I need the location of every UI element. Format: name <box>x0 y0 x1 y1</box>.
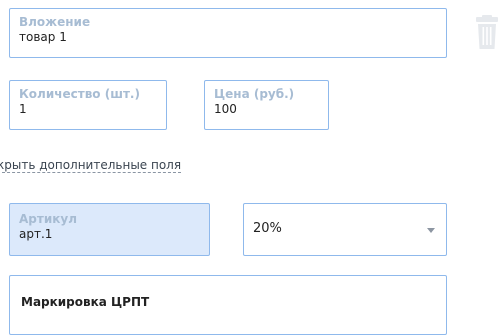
chevron-down-icon <box>427 228 435 233</box>
sku-label: Артикул <box>19 212 77 226</box>
price-label: Цена (руб.) <box>214 87 295 101</box>
vat-selected-value: 20% <box>253 221 282 236</box>
marking-section: Маркировка ЦРПТ <box>9 275 447 335</box>
attachment-field[interactable]: Вложение товар 1 <box>9 8 447 58</box>
price-value: 100 <box>214 102 237 116</box>
attachment-value: товар 1 <box>19 30 67 44</box>
sku-field[interactable]: Артикул арт.1 <box>9 203 210 256</box>
quantity-label: Количество (шт.) <box>19 87 140 101</box>
quantity-field[interactable]: Количество (шт.) 1 <box>9 80 167 130</box>
delete-item-button[interactable] <box>473 15 498 51</box>
toggle-extra-fields-link[interactable]: крыть дополнительные поля <box>0 158 182 173</box>
sku-value: арт.1 <box>19 227 53 241</box>
vat-select[interactable]: 20% <box>243 203 447 256</box>
attachment-label: Вложение <box>19 15 91 29</box>
marking-title: Маркировка ЦРПТ <box>21 295 150 309</box>
trash-icon <box>476 15 498 49</box>
quantity-value: 1 <box>19 102 27 116</box>
price-field[interactable]: Цена (руб.) 100 <box>204 80 329 130</box>
